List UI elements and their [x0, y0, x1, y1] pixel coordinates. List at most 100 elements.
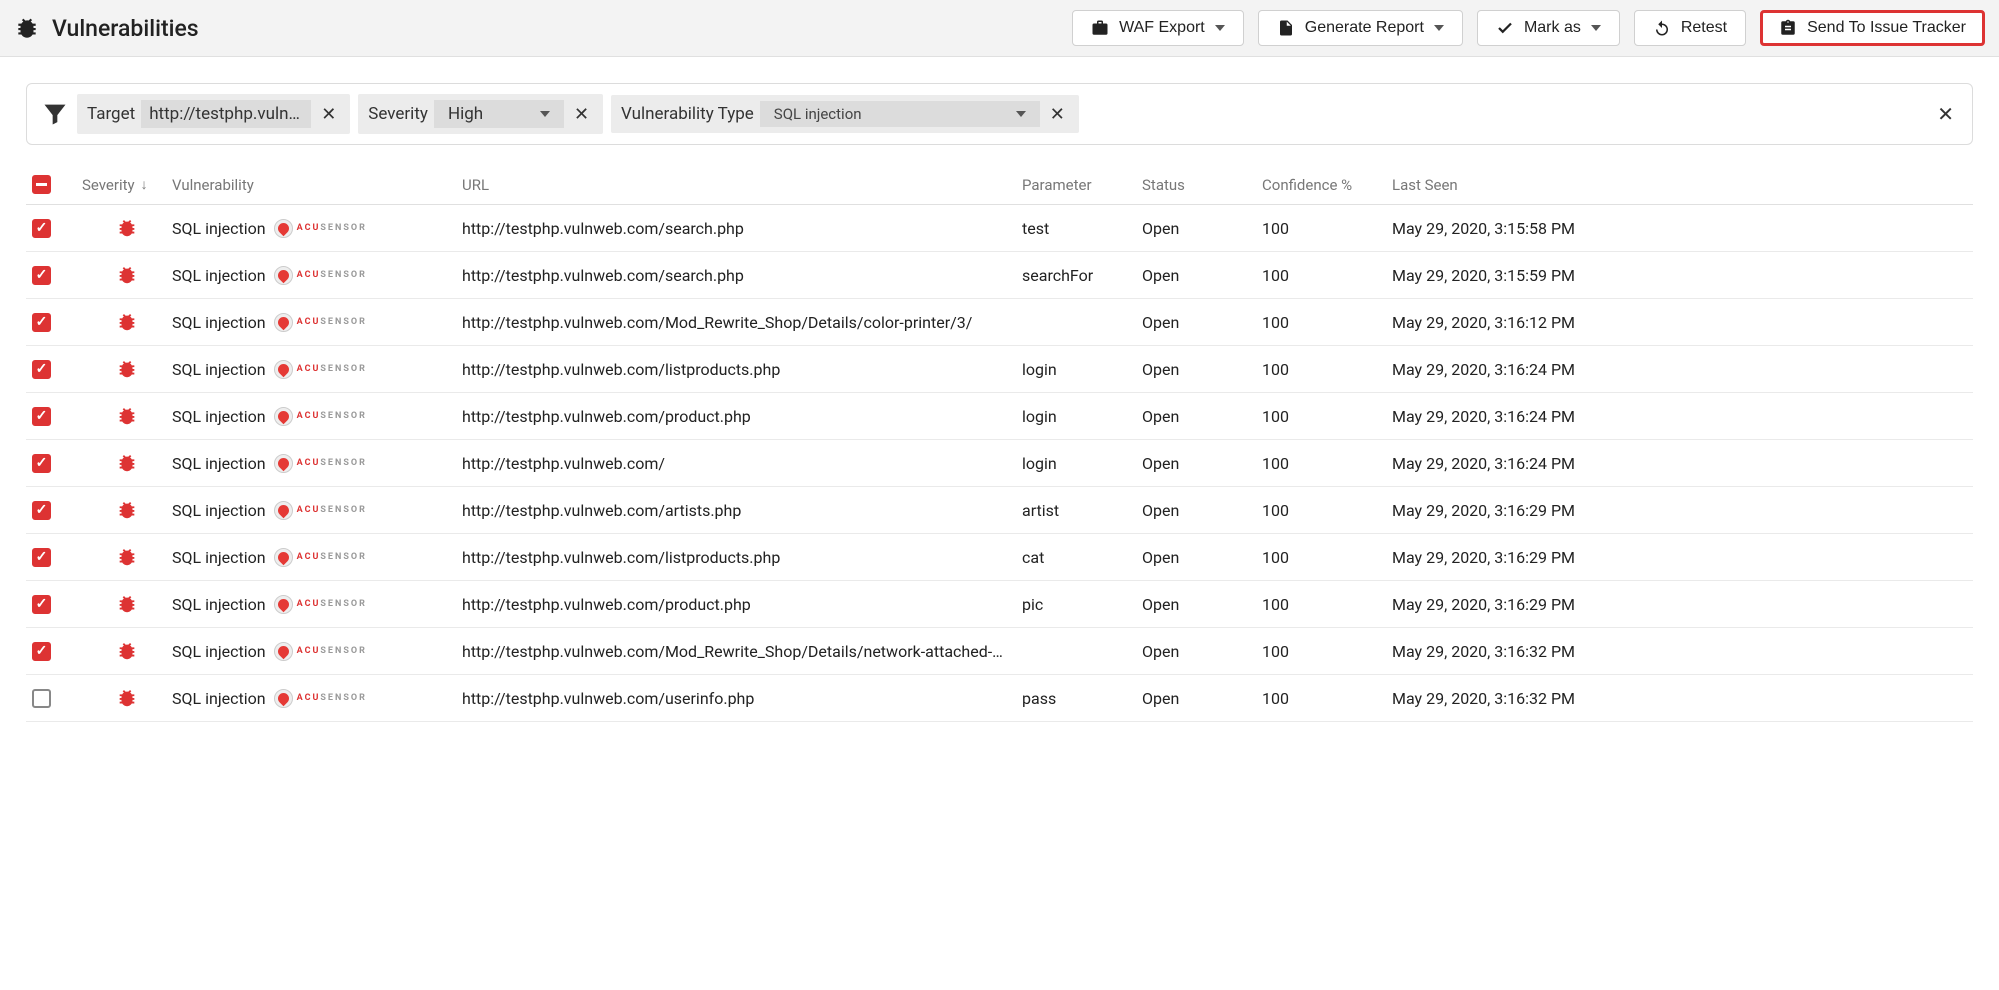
parameter-cell: searchFor	[1022, 266, 1142, 285]
row-checkbox[interactable]	[32, 501, 51, 520]
parameter-cell: login	[1022, 407, 1142, 426]
parameter-cell: login	[1022, 454, 1142, 473]
row-checkbox[interactable]	[32, 548, 51, 567]
col-vulnerability[interactable]: Vulnerability	[172, 176, 462, 194]
filter-severity-value[interactable]: High	[434, 100, 564, 128]
table-row[interactable]: SQL injectionACUSENSORhttp://testphp.vul…	[26, 252, 1973, 299]
table-row[interactable]: SQL injectionACUSENSORhttp://testphp.vul…	[26, 346, 1973, 393]
table-row[interactable]: SQL injectionACUSENSORhttp://testphp.vul…	[26, 205, 1973, 252]
filter-vulntype-value[interactable]: SQL injection	[760, 101, 1040, 127]
severity-icon	[82, 499, 172, 521]
filter-bar: Target http://testphp.vulnwel ✕ Severity…	[26, 83, 1973, 145]
row-checkbox[interactable]	[32, 407, 51, 426]
col-parameter[interactable]: Parameter	[1022, 176, 1142, 194]
row-checkbox[interactable]	[32, 266, 51, 285]
col-last-seen[interactable]: Last Seen	[1392, 176, 1973, 194]
send-to-issue-tracker-button[interactable]: Send To Issue Tracker	[1760, 10, 1985, 46]
acusensor-badge: ACUSENSOR	[274, 360, 367, 379]
table-row[interactable]: SQL injectionACUSENSORhttp://testphp.vul…	[26, 487, 1973, 534]
generate-report-label: Generate Report	[1305, 19, 1424, 37]
row-checkbox[interactable]	[32, 595, 51, 614]
acusensor-badge: ACUSENSOR	[274, 689, 367, 708]
severity-icon	[82, 217, 172, 239]
table-row[interactable]: SQL injection ACUSENSOR http://testphp.vul…	[26, 628, 1973, 675]
acusensor-icon	[274, 548, 293, 567]
table-row[interactable]: SQL injectionACUSENSORhttp://testphp.vul…	[26, 440, 1973, 487]
url-cell: http://testphp.vulnweb.com/artists.php	[462, 501, 1022, 520]
acusensor-badge: ACUSENSOR	[274, 407, 367, 426]
parameter-cell: test	[1022, 219, 1142, 238]
waf-export-button[interactable]: WAF Export	[1072, 10, 1244, 46]
row-checkbox[interactable]	[32, 642, 51, 661]
col-severity[interactable]: Severity ↓	[82, 176, 172, 194]
filter-target-value[interactable]: http://testphp.vulnwel	[141, 100, 311, 128]
retest-button[interactable]: Retest	[1634, 10, 1746, 46]
table-row[interactable]: SQL injectionACUSENSORhttp://testphp.vul…	[26, 534, 1973, 581]
acusensor-badge: ACUSENSOR	[274, 642, 367, 661]
last-seen-cell: May 29, 2020, 3:15:58 PM	[1392, 219, 1973, 238]
url-cell: http://testphp.vulnweb.com/userinfo.php	[462, 689, 1022, 708]
severity-icon	[82, 546, 172, 568]
filter-target-clear[interactable]: ✕	[317, 104, 340, 125]
col-confidence[interactable]: Confidence %	[1262, 176, 1392, 194]
row-checkbox[interactable]	[32, 454, 51, 473]
severity-icon	[82, 593, 172, 615]
last-seen-cell: May 29, 2020, 3:16:29 PM	[1392, 501, 1973, 520]
send-issue-label: Send To Issue Tracker	[1807, 19, 1966, 37]
confidence-cell: 100	[1262, 407, 1392, 426]
row-checkbox[interactable]	[32, 360, 51, 379]
url-cell: http://testphp.vulnweb.com/Mod_Rewrite_S…	[462, 642, 1022, 661]
generate-report-button[interactable]: Generate Report	[1258, 10, 1463, 46]
confidence-cell: 100	[1262, 689, 1392, 708]
acusensor-icon	[274, 313, 293, 332]
select-all-checkbox[interactable]	[32, 175, 51, 194]
vulnerability-name: SQL injection	[172, 266, 266, 285]
acusensor-badge: ACUSENSOR	[274, 595, 367, 614]
confidence-cell: 100	[1262, 454, 1392, 473]
last-seen-cell: May 29, 2020, 3:16:24 PM	[1392, 454, 1973, 473]
status-cell: Open	[1142, 266, 1262, 285]
filter-vulntype-text: SQL injection	[774, 105, 862, 123]
status-cell: Open	[1142, 407, 1262, 426]
table-row[interactable]: SQL injectionACUSENSORhttp://testphp.vul…	[26, 393, 1973, 440]
filter-vulntype-clear[interactable]: ✕	[1046, 104, 1069, 125]
row-checkbox[interactable]	[32, 313, 51, 332]
filter-severity-clear[interactable]: ✕	[570, 104, 593, 125]
col-url[interactable]: URL	[462, 176, 1022, 194]
vulnerability-name: SQL injection	[172, 454, 266, 473]
caret-down-icon	[1215, 25, 1225, 31]
bug-icon	[14, 15, 40, 41]
acusensor-icon	[274, 501, 293, 520]
last-seen-cell: May 29, 2020, 3:16:32 PM	[1392, 689, 1973, 708]
row-checkbox[interactable]	[32, 689, 51, 708]
status-cell: Open	[1142, 595, 1262, 614]
acusensor-icon	[274, 407, 293, 426]
status-cell: Open	[1142, 689, 1262, 708]
confidence-cell: 100	[1262, 266, 1392, 285]
confidence-cell: 100	[1262, 548, 1392, 567]
status-cell: Open	[1142, 548, 1262, 567]
mark-as-button[interactable]: Mark as	[1477, 10, 1620, 46]
col-status[interactable]: Status	[1142, 176, 1262, 194]
filter-chip-target[interactable]: Target http://testphp.vulnwel ✕	[77, 94, 350, 134]
last-seen-cell: May 29, 2020, 3:16:29 PM	[1392, 595, 1973, 614]
status-cell: Open	[1142, 642, 1262, 661]
clear-all-filters[interactable]: ✕	[1933, 102, 1958, 126]
filter-chip-vulntype[interactable]: Vulnerability Type SQL injection ✕	[611, 95, 1079, 133]
caret-down-icon	[1434, 25, 1444, 31]
vulnerability-name: SQL injection	[172, 595, 266, 614]
table-row[interactable]: SQL injectionACUSENSORhttp://testphp.vul…	[26, 581, 1973, 628]
status-cell: Open	[1142, 360, 1262, 379]
parameter-cell: pass	[1022, 689, 1142, 708]
acusensor-icon	[274, 360, 293, 379]
table-row[interactable]: SQL injectionACUSENSORhttp://testphp.vul…	[26, 675, 1973, 722]
filter-chip-severity[interactable]: Severity High ✕	[358, 94, 603, 134]
url-cell: http://testphp.vulnweb.com/listproducts.…	[462, 548, 1022, 567]
vulnerability-name: SQL injection	[172, 642, 266, 661]
table-row[interactable]: SQL injectionACUSENSORhttp://testphp.vul…	[26, 299, 1973, 346]
url-cell: http://testphp.vulnweb.com/	[462, 454, 1022, 473]
acusensor-icon	[274, 595, 293, 614]
row-checkbox[interactable]	[32, 219, 51, 238]
url-cell: http://testphp.vulnweb.com/search.php	[462, 266, 1022, 285]
filter-icon[interactable]	[41, 100, 69, 128]
